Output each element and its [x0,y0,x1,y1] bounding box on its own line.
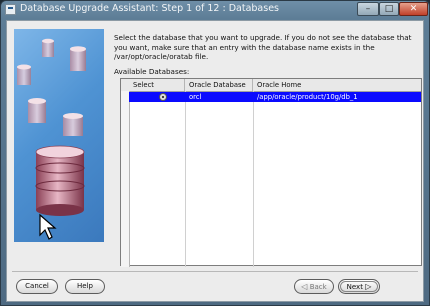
cancel-button[interactable]: Cancel [16,279,58,294]
maximize-button[interactable]: □ [379,2,399,16]
databases-table: Select Oracle Database Oracle Home orcl … [120,78,422,267]
column-header-oracle-home[interactable]: Oracle Home [253,79,421,91]
next-button[interactable]: Next ▷ [338,279,380,294]
footer-separator [12,271,418,272]
back-arrow-icon: ◁ [301,282,308,291]
column-header-oracle-database[interactable]: Oracle Database [185,79,253,91]
select-radio[interactable] [159,93,167,101]
oracle-home-cell: /app/oracle/product/10g/db_1 [257,93,358,101]
table-header: Select Oracle Database Oracle Home [121,79,421,92]
instructions-text: Select the database that you want to upg… [114,33,412,61]
dbua-window: Database Upgrade Assistant: Step 1 of 12… [0,0,430,306]
mouse-cursor-icon [39,213,57,240]
row-header-column [121,91,130,267]
column-header-select[interactable]: Select [129,79,185,91]
column-divider [185,91,186,267]
minimize-button[interactable]: – [357,2,379,16]
back-button[interactable]: ◁ Back [294,279,334,294]
next-label: Next [346,283,363,291]
close-button[interactable]: ✕ [399,2,428,16]
database-name-cell: orcl [189,93,202,101]
title-bar[interactable]: Database Upgrade Assistant: Step 1 of 12… [1,1,429,19]
next-arrow-icon: ▷ [365,282,372,291]
table-row[interactable]: orcl /app/oracle/product/10g/db_1 [129,92,421,102]
database-cylinders-icon [17,38,86,240]
database-illustration [14,29,104,242]
app-icon [5,4,16,15]
column-divider [253,91,254,267]
window-title: Database Upgrade Assistant: Step 1 of 12… [20,3,279,14]
help-button[interactable]: Help [65,279,105,294]
back-label: Back [309,283,327,291]
wizard-content: Select the database that you want to upg… [6,20,424,302]
available-databases-label: Available Databases: [114,67,190,76]
